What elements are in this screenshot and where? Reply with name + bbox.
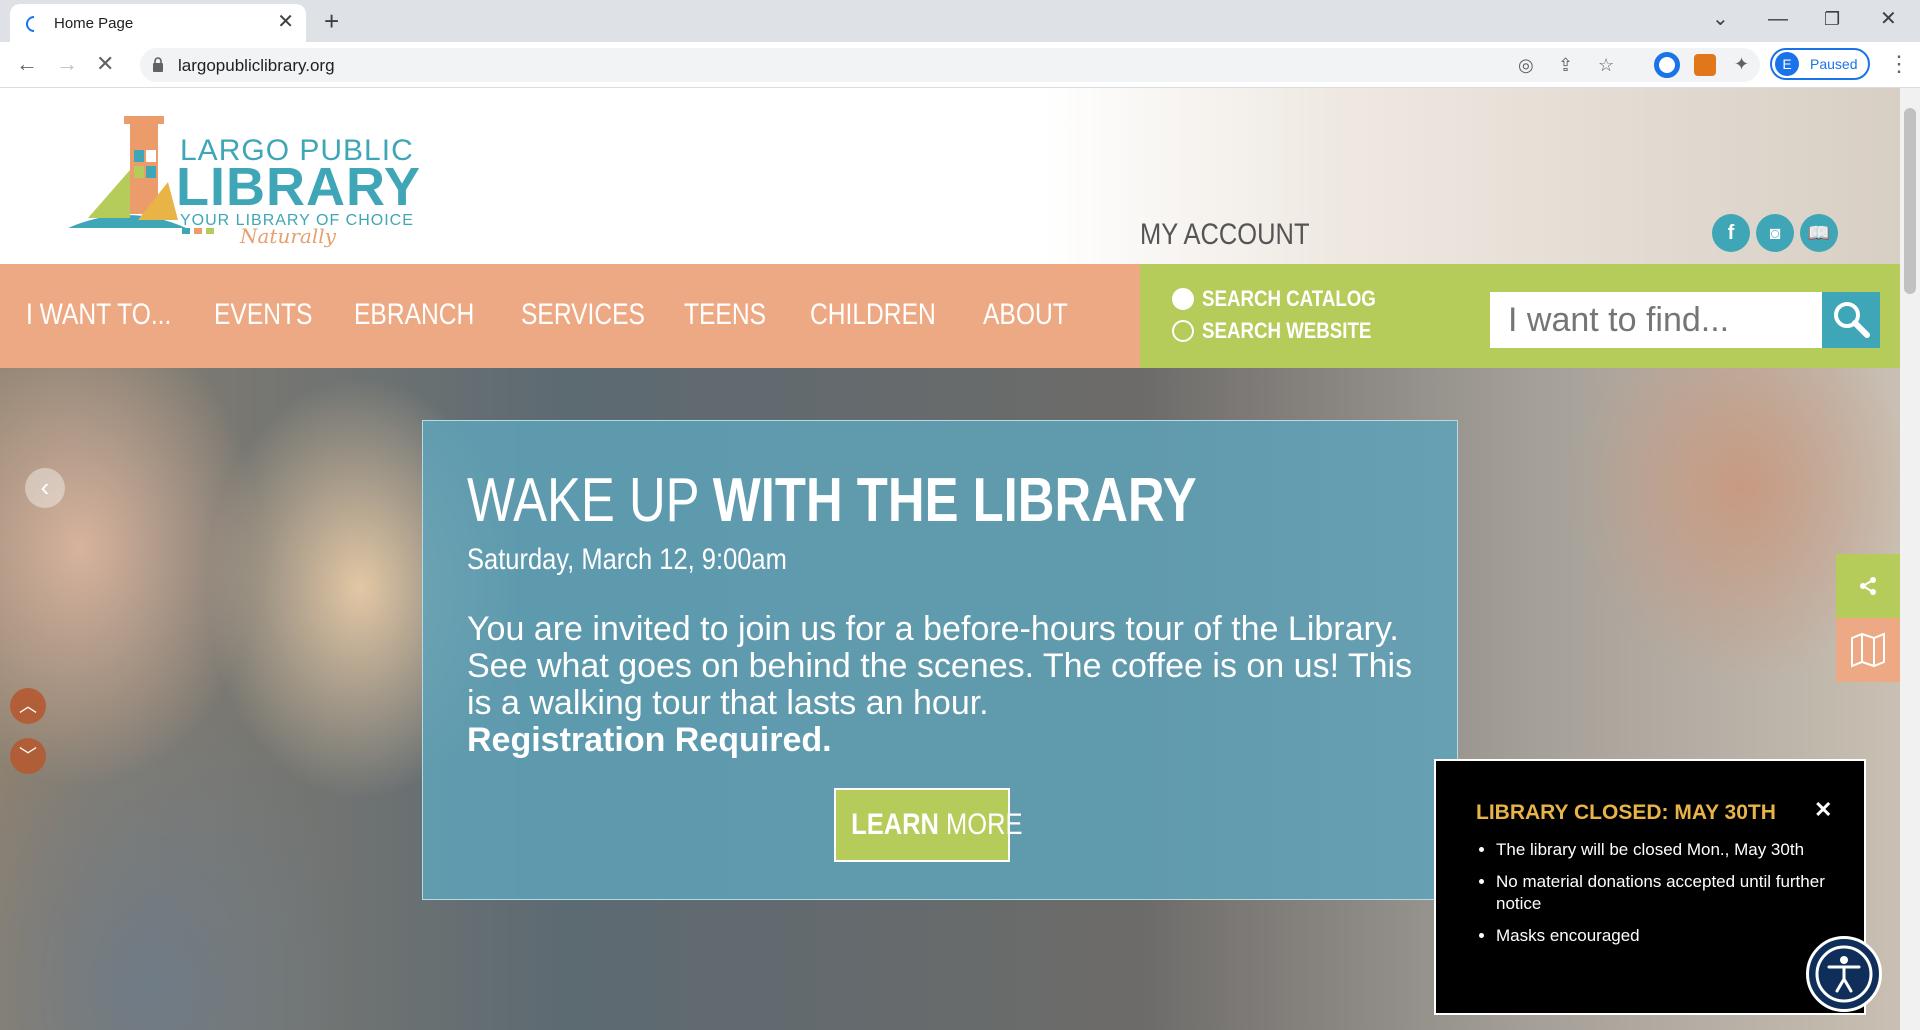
event-description-text: You are invited to join us for a before-… [467, 610, 1413, 722]
chevron-down-icon[interactable]: ﹀ [10, 738, 46, 774]
browser-tab-bar: Home Page ✕ + ⌄ — ❐ ✕ [0, 0, 1920, 42]
share-tab[interactable] [1836, 554, 1900, 618]
list-item: Masks encouraged [1496, 925, 1836, 947]
new-tab-icon[interactable]: + [324, 6, 339, 36]
closure-alert: LIBRARY CLOSED: MAY 30TH ✕ The library w… [1434, 759, 1866, 1015]
nav-item-about[interactable]: ABOUT [983, 298, 1068, 332]
registration-note: Registration Required. [467, 721, 832, 759]
metamask-fox-icon[interactable] [1694, 54, 1716, 76]
avatar: E [1775, 52, 1799, 76]
maximize-icon[interactable]: ❐ [1824, 8, 1840, 30]
minimize-icon[interactable]: — [1768, 8, 1788, 30]
search-website-label: SEARCH WEBSITE [1202, 318, 1372, 343]
scrollbar-thumb[interactable] [1904, 108, 1916, 294]
nav-item-services[interactable]: SERVICES [521, 298, 645, 332]
carousel-prev-icon[interactable]: ‹ [25, 468, 65, 508]
alert-list: The library will be closed Mon., May 30t… [1496, 839, 1836, 957]
search-catalog-label: SEARCH CATALOG [1202, 286, 1376, 311]
share-icon[interactable]: ⇪ [1558, 55, 1573, 75]
search-icon [1834, 301, 1870, 338]
profile-button[interactable]: E Paused [1770, 48, 1870, 80]
profile-status: Paused [1810, 56, 1858, 72]
my-account-link[interactable]: MY ACCOUNT [1140, 218, 1310, 252]
search-button[interactable] [1822, 292, 1880, 348]
logo-text: LIBRARY [176, 157, 421, 217]
translate-map-icon [1851, 632, 1885, 668]
browser-tab[interactable]: Home Page ✕ [10, 4, 306, 42]
tab-search-icon[interactable]: ⌄ [1712, 8, 1729, 30]
nav-item-i-want-to[interactable]: I WANT TO... [26, 298, 171, 332]
learn-more-button[interactable]: LEARN MORE [834, 788, 1023, 862]
bookmark-star-icon[interactable]: ☆ [1598, 55, 1614, 75]
share-icon [1860, 577, 1876, 595]
tab-title: Home Page [54, 15, 134, 32]
list-item: The library will be closed Mon., May 30t… [1496, 839, 1836, 861]
browser-menu-icon[interactable]: ⋮ [1888, 52, 1910, 76]
accessibility-icon [1815, 945, 1873, 1003]
nav-item-events[interactable]: EVENTS [214, 298, 312, 332]
nav-item-teens[interactable]: TEENS [684, 298, 766, 332]
event-title: WAKE UP WITH THE LIBRARY [467, 465, 1197, 536]
stop-loading-icon[interactable]: ✕ [96, 52, 114, 76]
extensions-puzzle-icon[interactable]: ✦ [1734, 54, 1749, 74]
page-scrollbar[interactable] [1900, 88, 1920, 1030]
learn-more-light: MORE [938, 808, 1023, 841]
page-viewport: LARGO PUBLIC LIBRARY YOUR LIBRARY OF CHO… [0, 88, 1900, 1030]
radio-unselected[interactable] [1172, 320, 1194, 342]
address-bar[interactable]: largopubliclibrary.org ◎ ⇪ ☆ [140, 48, 1760, 82]
close-window-icon[interactable]: ✕ [1880, 8, 1897, 30]
chevron-up-icon[interactable]: ︿ [10, 688, 46, 724]
instagram-icon[interactable]: ◙ [1756, 214, 1794, 252]
forward-icon[interactable]: → [56, 52, 78, 76]
event-description: You are invited to join us for a before-… [467, 611, 1427, 759]
search-panel: SEARCH CATALOG SEARCH WEBSITE [1140, 264, 1900, 368]
url-text: largopubliclibrary.org [178, 56, 335, 75]
back-icon[interactable]: ← [16, 52, 38, 76]
event-date: Saturday, March 12, 9:00am [467, 543, 787, 576]
loading-spinner-icon [22, 12, 46, 36]
learn-more-bold: LEARN [851, 808, 939, 841]
nav-item-children[interactable]: CHILDREN [810, 298, 936, 332]
nav-item-ebranch[interactable]: EBRANCH [354, 298, 474, 332]
event-card: WAKE UP WITH THE LIBRARY Saturday, March… [422, 420, 1458, 900]
event-title-bold: WITH THE LIBRARY [712, 466, 1197, 535]
search-input[interactable] [1490, 292, 1822, 348]
browser-toolbar: ← → ✕ largopubliclibrary.org ◎ ⇪ ☆ ✦ E P… [0, 42, 1920, 88]
close-tab-icon[interactable]: ✕ [277, 12, 294, 32]
facebook-icon[interactable]: f [1712, 214, 1750, 252]
book-icon[interactable]: 📖 [1800, 214, 1838, 252]
logo-tagline-script: Naturally [240, 224, 336, 248]
radio-selected[interactable] [1172, 288, 1194, 310]
list-item: No material donations accepted until fur… [1496, 871, 1836, 915]
translate-tab[interactable] [1836, 618, 1900, 682]
tracking-hidden-icon[interactable]: ◎ [1518, 55, 1534, 75]
site-header: LARGO PUBLIC LIBRARY YOUR LIBRARY OF CHO… [0, 88, 1900, 264]
alert-title: LIBRARY CLOSED: MAY 30TH [1476, 801, 1776, 824]
accessibility-button[interactable] [1806, 936, 1882, 1012]
main-nav: I WANT TO... EVENTS EBRANCH SERVICES TEE… [0, 264, 1140, 368]
event-title-light: WAKE UP [467, 466, 713, 535]
close-icon[interactable]: ✕ [1814, 797, 1832, 823]
lock-icon [153, 57, 163, 72]
extension-icon[interactable] [1654, 52, 1680, 78]
